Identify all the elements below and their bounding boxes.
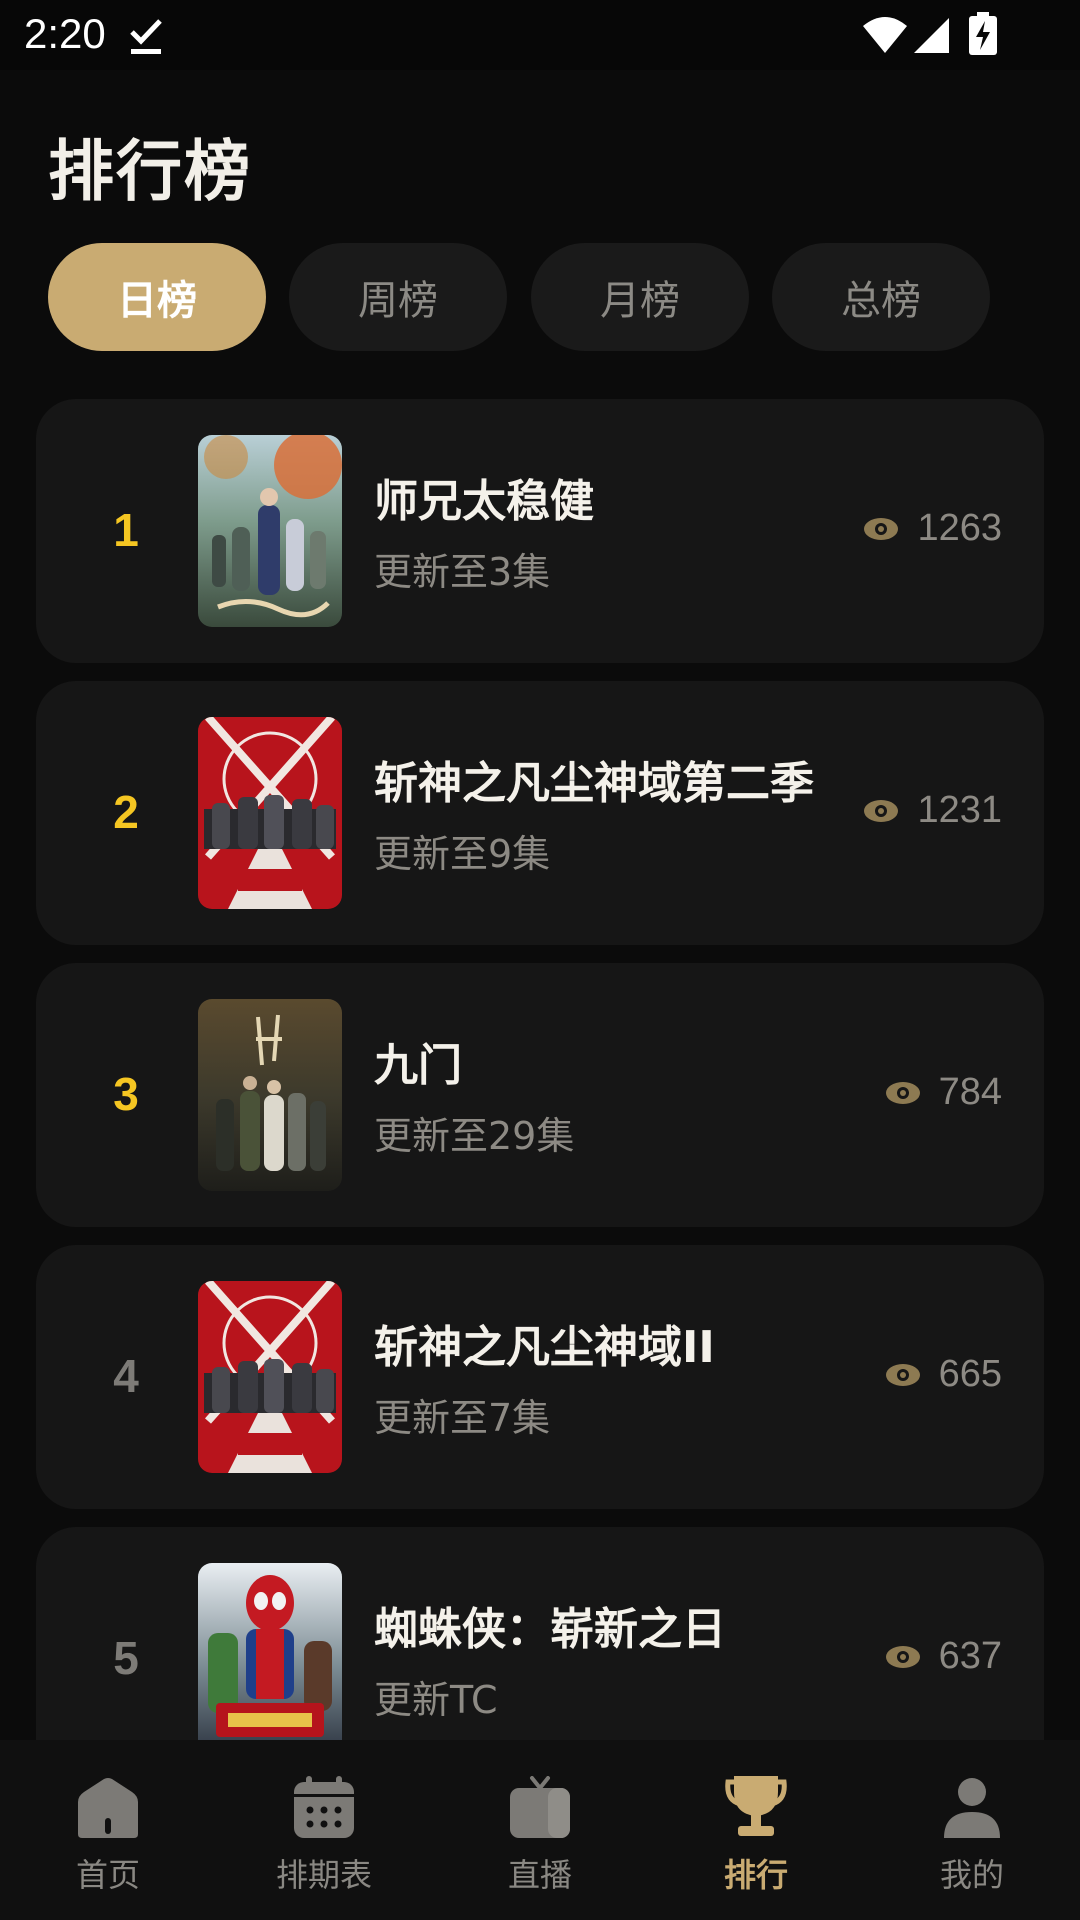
episode-status: 更新至3集 [374, 550, 551, 594]
home-icon [78, 1778, 138, 1838]
eye-icon [864, 517, 899, 540]
nav-schedule[interactable]: 排期表 [216, 1740, 432, 1920]
views-count: 1263 [917, 507, 1002, 549]
poster-image [198, 1563, 342, 1755]
nav-home[interactable]: 首页 [0, 1740, 216, 1920]
rank-number: 5 [113, 1632, 139, 1684]
episode-status: 更新至7集 [374, 1396, 551, 1440]
tab-overall[interactable]: 总榜 [772, 243, 990, 351]
ranking-card[interactable]: 1 师兄太稳健 更新至3集 1263 [36, 399, 1044, 663]
nav-profile[interactable]: 我的 [864, 1740, 1080, 1920]
rank-number: 4 [113, 1350, 139, 1402]
show-title: 师兄太稳健 [374, 476, 594, 527]
nav-ranking[interactable]: 排行 [648, 1740, 864, 1920]
wifi-icon [863, 17, 907, 53]
calendar-icon [294, 1776, 354, 1838]
episode-status: 更新至9集 [374, 832, 551, 876]
poster-image [198, 1281, 342, 1473]
trophy-icon [725, 1776, 787, 1836]
tv-icon [510, 1776, 570, 1838]
poster-image [198, 435, 342, 627]
nav-live[interactable]: 直播 [432, 1740, 648, 1920]
tab-daily[interactable]: 日榜 [48, 243, 266, 351]
profile-icon [944, 1778, 1000, 1838]
nav-label: 排行 [723, 1856, 788, 1894]
ranking-card[interactable]: 4 斩神之凡尘神域II 更新至7集 665 [36, 1245, 1044, 1509]
rank-number: 1 [113, 504, 139, 556]
eye-icon [885, 1081, 920, 1104]
nav-label: 排期表 [275, 1856, 372, 1894]
view-count: 1231 [863, 789, 1002, 832]
battery-charging-icon [969, 12, 997, 55]
view-count: 665 [885, 1353, 1002, 1396]
ranking-card[interactable]: 2 斩神之凡尘神域第二季 更新至9集 1231 [36, 681, 1044, 945]
episode-status: 更新TC [374, 1678, 498, 1722]
nav-label: 我的 [939, 1856, 1004, 1894]
poster-image [198, 999, 342, 1191]
views-count: 637 [938, 1635, 1002, 1677]
show-title: 九门 [374, 1040, 462, 1091]
show-title: 斩神之凡尘神域第二季 [374, 758, 814, 809]
rank-number: 3 [113, 1068, 139, 1120]
show-title: 斩神之凡尘神域II [374, 1322, 715, 1373]
eye-icon [864, 799, 899, 822]
view-count: 637 [885, 1635, 1002, 1678]
status-time: 2:20 [24, 10, 106, 57]
eye-icon [885, 1645, 920, 1668]
show-title: 蜘蛛侠：崭新之日 [374, 1604, 726, 1655]
bottom-nav: 首页 排期表 直播 排行 我的 [0, 1740, 1080, 1920]
view-count: 1263 [863, 507, 1002, 550]
tab-monthly[interactable]: 月榜 [531, 243, 749, 351]
rank-number: 2 [113, 786, 139, 838]
episode-status: 更新至29集 [374, 1114, 575, 1158]
views-count: 784 [938, 1071, 1002, 1113]
poster-image [198, 717, 342, 909]
download-done-icon [130, 19, 162, 54]
status-bar: 2:20 [0, 0, 1080, 70]
ranking-card[interactable]: 3 九门 更新至29集 784 [36, 963, 1044, 1227]
views-count: 1231 [917, 789, 1002, 831]
nav-label: 首页 [75, 1856, 140, 1894]
views-count: 665 [938, 1353, 1002, 1395]
nav-label: 直播 [507, 1856, 572, 1894]
eye-icon [885, 1363, 920, 1386]
page-title: 排行榜 [48, 133, 252, 210]
signal-icon [914, 18, 949, 53]
view-count: 784 [885, 1071, 1002, 1114]
tab-weekly[interactable]: 周榜 [289, 243, 507, 351]
